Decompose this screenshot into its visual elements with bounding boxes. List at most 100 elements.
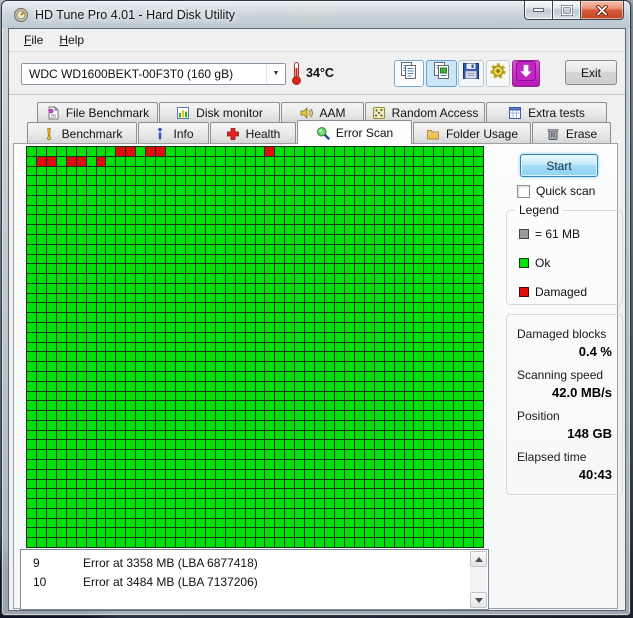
update-button[interactable] <box>512 60 540 87</box>
scan-block-ok <box>166 489 176 499</box>
scan-block-ok <box>136 371 146 381</box>
error-log-row[interactable]: 9 Error at 3358 MB (LBA 6877418) <box>21 554 488 573</box>
drive-selector[interactable]: WDC WD1600BEKT-00F3T0 (160 gB) ▼ <box>21 63 286 85</box>
menu-item-file[interactable]: File <box>17 30 50 50</box>
scan-block-ok <box>146 469 156 479</box>
scan-block-ok <box>126 186 136 195</box>
save-button[interactable] <box>458 60 484 87</box>
scan-block-ok <box>444 362 454 371</box>
scan-block-ok <box>215 420 225 430</box>
scan-block-ok <box>295 469 305 479</box>
scan-block-ok <box>474 420 483 430</box>
scan-block-ok <box>146 254 156 264</box>
scan-block-ok <box>255 528 265 538</box>
scan-block-ok <box>46 459 56 469</box>
scan-block-ok <box>245 420 255 430</box>
scan-block-ok <box>315 283 325 293</box>
scan-block-ok <box>126 401 136 411</box>
scan-block-ok <box>96 371 106 381</box>
start-button[interactable]: Start <box>520 154 598 177</box>
scan-block-ok <box>56 244 66 254</box>
scan-block-ok <box>235 205 245 215</box>
scan-block-ok <box>136 489 146 499</box>
scan-block-ok <box>205 391 215 401</box>
tab-file-benchmark[interactable]: File Benchmark <box>37 102 158 123</box>
scan-block-ok <box>36 195 46 205</box>
scan-block-ok <box>325 225 334 235</box>
stat-damaged-blocks: Damaged blocks 0.4 % <box>517 327 612 359</box>
scan-block-ok <box>374 362 384 371</box>
scan-block-ok <box>215 411 225 420</box>
scan-block-ok <box>334 371 344 381</box>
scan-block-ok <box>434 391 444 401</box>
scan-block-ok <box>424 283 434 293</box>
error-log-scrollbar[interactable] <box>470 551 487 608</box>
scan-block-ok <box>414 352 424 362</box>
scan-block-ok <box>394 371 404 381</box>
scan-block-ok <box>305 215 315 225</box>
scan-block-ok <box>176 303 185 313</box>
error-log-list[interactable]: 9 Error at 3358 MB (LBA 6877418) 10 Error a… <box>20 549 489 610</box>
scan-block-ok <box>275 518 285 528</box>
scan-block-ok <box>36 459 46 469</box>
scan-block-ok <box>205 450 215 459</box>
scan-block-ok <box>96 401 106 411</box>
scan-block-ok <box>146 489 156 499</box>
tab-info[interactable]: Info <box>138 122 209 144</box>
scan-block-ok <box>374 479 384 489</box>
scan-block-ok <box>394 323 404 332</box>
tab-error-scan[interactable]: Error Scan <box>297 120 412 144</box>
scroll-down-button[interactable] <box>470 592 487 608</box>
menu-item-help[interactable]: Help <box>52 30 91 50</box>
scan-block-ok <box>334 283 344 293</box>
scan-block-ok <box>474 166 483 176</box>
scan-block-ok <box>106 381 116 391</box>
scan-block-ok <box>325 459 334 469</box>
maximize-button[interactable] <box>552 1 581 20</box>
scan-block-ok <box>384 411 394 420</box>
scan-block-ok <box>136 381 146 391</box>
scan-block-ok <box>46 323 56 332</box>
exit-button[interactable]: Exit <box>565 60 617 85</box>
scan-block-ok <box>76 283 86 293</box>
tab-disk-monitor[interactable]: Disk monitor <box>159 102 280 123</box>
scan-block-ok <box>414 166 424 176</box>
scan-block-ok <box>344 538 354 547</box>
scan-block-ok <box>275 244 285 254</box>
scan-block-ok <box>56 508 66 518</box>
scan-block-ok <box>424 499 434 508</box>
scan-block-ok <box>96 195 106 205</box>
scan-block-ok <box>334 508 344 518</box>
scan-block-ok <box>334 430 344 440</box>
tab-extra-tests[interactable]: Extra tests <box>486 102 607 123</box>
scan-block-ok <box>384 225 394 235</box>
scan-block-ok <box>56 450 66 459</box>
tab-benchmark[interactable]: Benchmark <box>27 122 137 144</box>
scan-block-ok <box>384 342 394 352</box>
tab-health[interactable]: Health <box>210 122 296 144</box>
minimize-button[interactable] <box>524 1 553 20</box>
scan-block-ok <box>265 508 275 518</box>
copy-text-button[interactable] <box>394 60 424 87</box>
scan-block-ok <box>275 332 285 342</box>
scan-block-ok <box>156 215 166 225</box>
quick-scan-checkbox[interactable] <box>517 184 530 198</box>
scan-block-ok <box>354 371 364 381</box>
scan-block-ok <box>364 264 374 274</box>
scan-block-ok <box>215 499 225 508</box>
tab-erase[interactable]: Erase <box>532 122 611 144</box>
tab-folder-usage[interactable]: Folder Usage <box>413 122 531 144</box>
options-button[interactable] <box>486 60 510 87</box>
scan-block-ok <box>116 381 126 391</box>
scan-block-ok <box>106 313 116 323</box>
error-log-row[interactable]: 10 Error at 3484 MB (LBA 7137206) <box>21 573 488 592</box>
scan-block-ok <box>46 391 56 401</box>
scan-block-ok <box>394 205 404 215</box>
copy-image-button[interactable] <box>426 60 457 87</box>
scan-block-ok <box>56 274 66 283</box>
scan-block-ok <box>116 430 126 440</box>
scan-block-ok <box>414 420 424 430</box>
close-button[interactable] <box>580 1 624 20</box>
scroll-up-button[interactable] <box>470 551 487 567</box>
scan-block-ok <box>27 166 36 176</box>
